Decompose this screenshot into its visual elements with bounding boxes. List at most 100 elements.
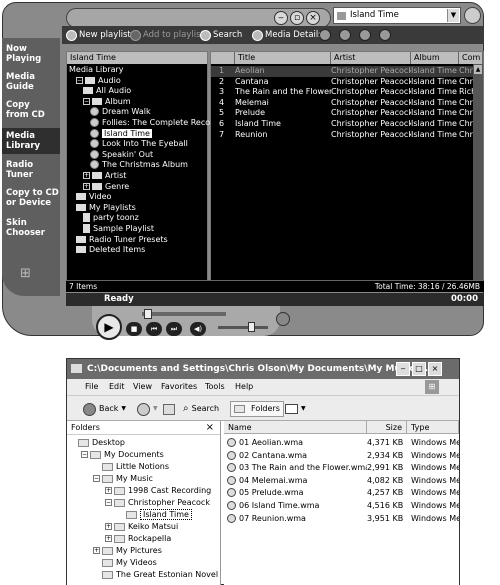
expand-icon[interactable]: + xyxy=(83,172,90,179)
collapse-icon[interactable]: − xyxy=(83,97,90,105)
collapse-icon[interactable]: − xyxy=(81,451,88,458)
collapse-icon[interactable]: − xyxy=(105,499,112,506)
file-row[interactable]: 05 Prelude.wma 4,257 KB Windows Me xyxy=(224,487,459,499)
file-row[interactable]: 04 Melemai.wma 4,082 KB Windows Me xyxy=(224,475,459,487)
track-row[interactable]: 7 Reunion Christopher Peacock Island Time Ch… xyxy=(211,130,483,141)
file-row[interactable]: 01 Aeolian.wma 4,371 KB Windows Me xyxy=(224,437,459,449)
folder-tree-item[interactable]: − Christopher Peacock xyxy=(105,497,210,509)
mute-button[interactable]: ◀) xyxy=(190,322,206,336)
tree-item[interactable]: The Christmas Album xyxy=(90,160,188,171)
tree-item[interactable]: Dream Walk xyxy=(90,107,151,118)
expand-icon[interactable]: + xyxy=(105,487,112,494)
col-title-header[interactable]: Title xyxy=(235,52,331,64)
close-button[interactable]: × xyxy=(428,362,442,376)
folder-tree-item[interactable]: The Great Estonian Novel xyxy=(102,569,218,581)
tree-item[interactable]: Sample Playlist xyxy=(83,224,154,235)
back-button[interactable]: Back ▼ xyxy=(83,401,126,417)
mini-mode-button[interactable]: ▫ xyxy=(290,11,304,25)
add-to-playlist-button[interactable]: Add to playlist xyxy=(130,28,204,42)
track-row[interactable]: 5 Prelude Christopher Peacock Island Time Ch… xyxy=(211,108,483,119)
menu-edit[interactable]: Edit xyxy=(109,379,125,395)
menu-view[interactable]: View xyxy=(133,379,152,395)
move-down-icon[interactable] xyxy=(379,29,391,41)
search-button[interactable]: ⌕ Search xyxy=(183,401,219,417)
file-row[interactable]: 03 The Rain and the Flower.wma 2,991 KB Wi… xyxy=(224,462,459,474)
folders-button[interactable]: Folders xyxy=(230,401,284,417)
menu-help[interactable]: Help xyxy=(235,379,253,395)
tree-item[interactable]: − Audio xyxy=(76,76,121,87)
close-button[interactable]: × xyxy=(306,11,320,25)
volume-slider[interactable] xyxy=(218,322,268,332)
folder-tree-item[interactable]: Little Notions xyxy=(102,461,169,473)
playlist-selector[interactable]: Island Time ▼ xyxy=(333,7,461,24)
col-name-header[interactable]: Name xyxy=(224,421,367,434)
up-folder-button[interactable] xyxy=(163,401,175,417)
expand-icon[interactable]: + xyxy=(105,535,112,542)
folder-tree-item[interactable]: + My Pictures xyxy=(93,545,162,557)
expand-icon[interactable]: + xyxy=(105,523,112,530)
properties-icon[interactable] xyxy=(319,29,331,41)
chevron-down-icon[interactable]: ▼ xyxy=(447,9,459,22)
chevron-down-icon[interactable]: ▼ xyxy=(121,401,126,417)
tree-item[interactable]: party toonz xyxy=(83,213,139,224)
media-details-button[interactable]: Media Details xyxy=(252,28,323,42)
volume-thumb[interactable] xyxy=(248,322,255,332)
track-vertical-scrollbar[interactable]: ▲ ▼ xyxy=(473,64,483,290)
col-album-header[interactable]: Album xyxy=(411,52,459,64)
folder-tree-item[interactable]: +1998 Cast Recording xyxy=(105,485,211,497)
expand-icon[interactable]: + xyxy=(83,182,90,190)
equalizer-toggle-button[interactable] xyxy=(276,312,290,326)
tree-item[interactable]: Radio Tuner Presets xyxy=(76,235,168,246)
col-composer-header[interactable]: Com xyxy=(459,52,483,64)
chevron-down-icon[interactable]: ▼ xyxy=(301,401,306,417)
track-row[interactable]: 4 Melemai Christopher Peacock Island Time Ch… xyxy=(211,98,483,109)
chevron-down-icon[interactable]: ▼ xyxy=(153,401,158,417)
folder-tree-item[interactable]: + Keiko Matsui xyxy=(105,521,178,533)
tree-item[interactable]: Media Library xyxy=(69,65,124,76)
file-row[interactable]: 06 Island Time.wma 4,516 KB Windows Me xyxy=(224,500,459,512)
search-button[interactable]: Search xyxy=(200,28,242,42)
col-type-header[interactable]: Type xyxy=(407,421,459,434)
track-row[interactable]: 6 Island Time Christopher Peacock Island Ti… xyxy=(211,119,483,130)
tree-item[interactable]: − Album xyxy=(83,97,131,108)
tree-item[interactable]: Speakin' Out xyxy=(90,149,153,161)
file-row[interactable]: 02 Cantana.wma 2,934 KB Windows Me xyxy=(224,450,459,462)
col-number-header[interactable] xyxy=(211,52,235,64)
task-now-playing[interactable]: Now Playing xyxy=(2,44,60,64)
tree-item[interactable]: Deleted Items xyxy=(76,245,145,256)
new-playlist-button[interactable]: New playlist xyxy=(66,28,131,42)
folder-tree-item[interactable]: Island Time xyxy=(126,509,192,521)
close-pane-icon[interactable]: × xyxy=(206,421,214,435)
play-button[interactable]: ▶ xyxy=(96,314,122,340)
task-copy-to-cd[interactable]: Copy to CD or Device xyxy=(2,188,60,208)
menu-favorites[interactable]: Favorites xyxy=(161,379,197,395)
maximize-button[interactable]: □ xyxy=(412,362,426,376)
minimize-button[interactable]: ‒ xyxy=(274,11,288,25)
track-row[interactable]: 3 The Rain and the Flower Christopher Peac… xyxy=(211,87,483,98)
tree-item[interactable]: + Artist xyxy=(83,171,126,182)
task-radio-tuner[interactable]: Radio Tuner xyxy=(2,160,60,180)
menu-file[interactable]: File xyxy=(85,379,98,395)
folder-tree-item[interactable]: + Rockapella xyxy=(105,533,171,545)
task-skin-chooser[interactable]: Skin Chooser xyxy=(2,218,60,238)
col-artist-header[interactable]: Artist xyxy=(331,52,411,64)
next-button[interactable]: ⏭ xyxy=(166,322,182,336)
stop-button[interactable]: ■ xyxy=(126,322,142,336)
task-media-guide[interactable]: Media Guide xyxy=(2,72,60,92)
views-button[interactable]: ▼ xyxy=(285,401,306,417)
folder-tree-item[interactable]: My Videos xyxy=(102,557,157,569)
expand-icon[interactable]: + xyxy=(93,547,100,554)
move-up-icon[interactable] xyxy=(359,29,371,41)
folder-tree-item[interactable]: Desktop xyxy=(78,437,125,449)
folder-tree-item[interactable]: − My Music xyxy=(93,473,153,485)
task-copy-from-cd[interactable]: Copy from CD xyxy=(2,100,60,120)
tree-item[interactable]: My Playlists xyxy=(76,203,136,214)
tree-item[interactable]: Island Time xyxy=(90,128,152,140)
previous-button[interactable]: ⏮ xyxy=(146,322,162,336)
track-row[interactable]: 2 Cantana Christopher Peacock Island Time Ch… xyxy=(211,77,483,88)
seek-bar[interactable] xyxy=(142,309,226,319)
scroll-up-icon[interactable]: ▲ xyxy=(474,65,482,74)
minimize-button[interactable]: ‒ xyxy=(396,362,410,376)
task-media-library[interactable]: Media Library xyxy=(2,128,60,154)
seek-thumb[interactable] xyxy=(144,309,152,319)
